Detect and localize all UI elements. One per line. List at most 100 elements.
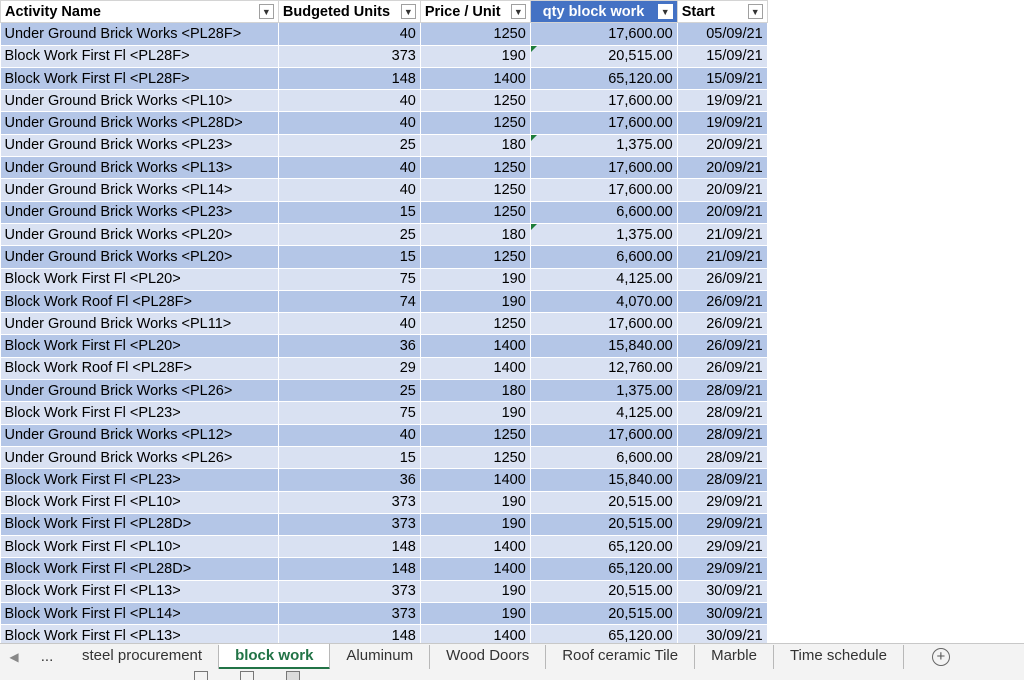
cell-start[interactable]: 19/09/21 — [677, 111, 768, 135]
empty-cell[interactable] — [915, 446, 991, 470]
cell-price-unit[interactable]: 1400 — [420, 67, 531, 91]
cell-activity-name[interactable]: Block Work Roof Fl <PL28F> — [0, 357, 279, 381]
cell-activity-name[interactable]: Under Ground Brick Works <PL23> — [0, 134, 279, 158]
cell-qty-block-work[interactable]: 65,120.00 — [530, 557, 678, 581]
cell-start[interactable]: 26/09/21 — [677, 290, 768, 314]
cell-start[interactable]: 28/09/21 — [677, 401, 768, 425]
add-sheet-icon[interactable]: + — [931, 647, 950, 666]
empty-cell[interactable] — [841, 268, 917, 291]
cell-qty-block-work[interactable]: 6,600.00 — [530, 446, 678, 470]
cell-activity-name[interactable]: Under Ground Brick Works <PL12> — [0, 424, 279, 447]
empty-cell[interactable] — [990, 156, 1024, 180]
cell-start[interactable]: 19/09/21 — [677, 89, 768, 113]
cell-price-unit[interactable]: 1400 — [420, 468, 531, 492]
header-budgeted-units[interactable]: Budgeted Units ▼ — [277, 0, 421, 24]
cell-budgeted-units[interactable]: 373 — [278, 491, 421, 514]
empty-cell[interactable] — [767, 156, 843, 180]
empty-cell[interactable] — [915, 201, 991, 224]
cell-qty-block-work[interactable]: 17,600.00 — [530, 89, 678, 113]
cell-start[interactable]: 29/09/21 — [677, 557, 768, 581]
normal-view-icon[interactable] — [194, 671, 208, 680]
empty-cell[interactable] — [767, 580, 843, 604]
sheet-tab-marble[interactable]: Marble — [695, 644, 774, 669]
cell-price-unit[interactable]: 180 — [420, 134, 531, 158]
cell-price-unit[interactable]: 1250 — [420, 156, 531, 180]
sheet-tab-roof-ceramic-tile[interactable]: Roof ceramic Tile — [546, 644, 696, 669]
header-activity-name[interactable]: Activity Name ▼ — [0, 0, 279, 24]
cell-price-unit[interactable]: 190 — [420, 602, 531, 626]
cell-activity-name[interactable]: Under Ground Brick Works <PL10> — [0, 89, 279, 113]
cell-budgeted-units[interactable]: 40 — [278, 156, 421, 180]
cell-activity-name[interactable]: Block Work Roof Fl <PL28F> — [0, 290, 279, 314]
cell-activity-name[interactable]: Under Ground Brick Works <PL13> — [0, 156, 279, 180]
empty-cell[interactable] — [767, 268, 843, 291]
cell-start[interactable]: 30/09/21 — [677, 624, 768, 643]
empty-cell[interactable] — [767, 22, 843, 46]
cell-qty-block-work[interactable]: 4,070.00 — [530, 290, 678, 314]
empty-cell[interactable] — [915, 580, 991, 604]
cell-price-unit[interactable]: 190 — [420, 45, 531, 68]
cell-budgeted-units[interactable]: 25 — [278, 223, 421, 247]
empty-cell[interactable] — [767, 201, 843, 224]
empty-cell[interactable] — [990, 67, 1024, 91]
empty-cell[interactable] — [767, 446, 843, 470]
empty-cell[interactable] — [915, 379, 991, 403]
cell-start[interactable]: 21/09/21 — [677, 245, 768, 269]
cell-start[interactable]: 28/09/21 — [677, 424, 768, 447]
cell-budgeted-units[interactable]: 148 — [278, 557, 421, 581]
cell-activity-name[interactable]: Block Work First Fl <PL28D> — [0, 557, 279, 581]
filter-dropdown-icon[interactable]: ▼ — [747, 4, 763, 20]
cell-price-unit[interactable]: 1250 — [420, 424, 531, 447]
empty-cell[interactable] — [841, 334, 917, 358]
empty-cell[interactable] — [841, 580, 917, 604]
empty-cell[interactable] — [990, 312, 1024, 336]
empty-cell[interactable] — [990, 580, 1024, 604]
empty-cell[interactable] — [915, 0, 991, 24]
empty-cell[interactable] — [841, 290, 917, 314]
empty-cell[interactable] — [841, 245, 917, 269]
empty-cell[interactable] — [767, 334, 843, 358]
sheet-tab-wood-doors[interactable]: Wood Doors — [430, 644, 547, 669]
cell-qty-block-work[interactable]: 65,120.00 — [530, 535, 678, 559]
filter-dropdown-icon[interactable]: ▼ — [400, 4, 416, 20]
cell-price-unit[interactable]: 180 — [420, 379, 531, 403]
empty-cell[interactable] — [915, 268, 991, 291]
cell-price-unit[interactable]: 190 — [420, 290, 531, 314]
empty-cell[interactable] — [990, 446, 1024, 470]
cell-start[interactable]: 26/09/21 — [677, 312, 768, 336]
cell-activity-name[interactable]: Block Work First Fl <PL28D> — [0, 513, 279, 537]
cell-budgeted-units[interactable]: 40 — [278, 111, 421, 135]
empty-cell[interactable] — [767, 357, 843, 381]
cell-start[interactable]: 15/09/21 — [677, 67, 768, 91]
empty-cell[interactable] — [915, 45, 991, 68]
empty-cell[interactable] — [841, 0, 917, 24]
cell-activity-name[interactable]: Block Work First Fl <PL13> — [0, 624, 279, 643]
empty-cell[interactable] — [990, 535, 1024, 559]
cell-budgeted-units[interactable]: 373 — [278, 513, 421, 537]
empty-cell[interactable] — [915, 535, 991, 559]
cell-qty-block-work[interactable]: 1,375.00 — [530, 223, 678, 247]
empty-cell[interactable] — [841, 156, 917, 180]
empty-cell[interactable] — [841, 557, 917, 581]
cell-budgeted-units[interactable]: 373 — [278, 580, 421, 604]
empty-cell[interactable] — [841, 446, 917, 470]
cell-activity-name[interactable]: Under Ground Brick Works <PL14> — [0, 178, 279, 202]
sheet-tab-aluminum[interactable]: Aluminum — [330, 644, 431, 669]
cell-price-unit[interactable]: 190 — [420, 491, 531, 514]
cell-activity-name[interactable]: Block Work First Fl <PL23> — [0, 401, 279, 425]
sheet-tab-time-schedule[interactable]: Time schedule — [774, 644, 904, 669]
empty-cell[interactable] — [841, 602, 917, 626]
empty-cell[interactable] — [990, 0, 1024, 24]
cell-budgeted-units[interactable]: 40 — [278, 89, 421, 113]
filter-dropdown-icon[interactable]: ▼ — [510, 4, 526, 20]
cell-activity-name[interactable]: Under Ground Brick Works <PL26> — [0, 379, 279, 403]
cell-price-unit[interactable]: 1400 — [420, 557, 531, 581]
more-sheets-button[interactable]: ... — [28, 648, 66, 665]
empty-cell[interactable] — [915, 156, 991, 180]
empty-cell[interactable] — [767, 223, 843, 247]
empty-cell[interactable] — [841, 223, 917, 247]
cell-activity-name[interactable]: Block Work First Fl <PL10> — [0, 535, 279, 559]
header-qty-block-work[interactable]: qty block work ▼ — [529, 0, 678, 24]
sheet-nav-prev-icon[interactable]: ◀ — [0, 650, 28, 664]
empty-cell[interactable] — [767, 290, 843, 314]
